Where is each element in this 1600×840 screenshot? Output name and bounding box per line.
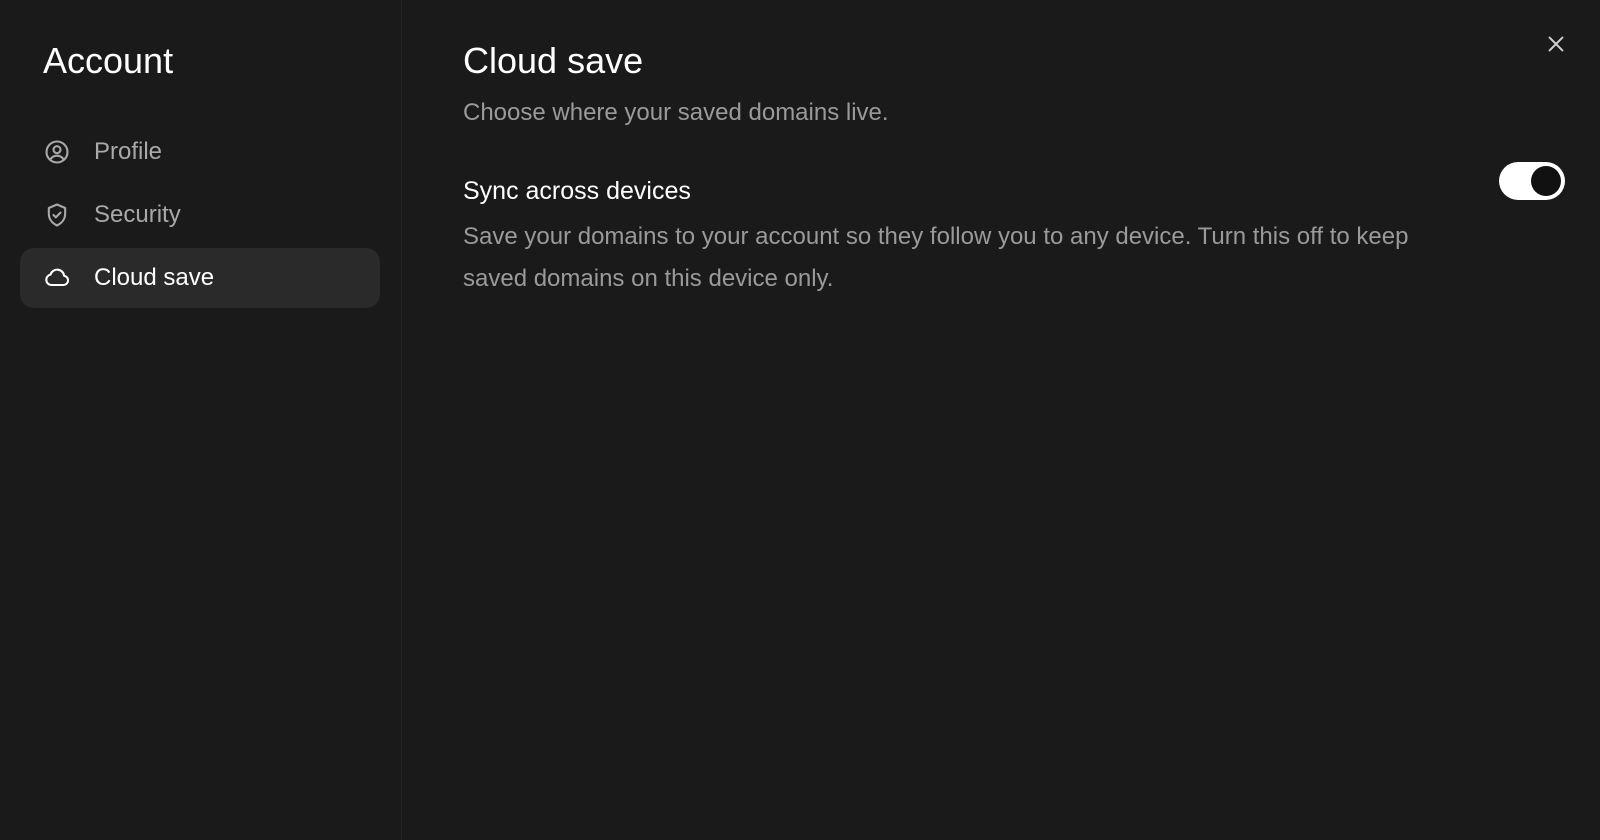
sidebar-item-cloud-save[interactable]: Cloud save: [20, 248, 380, 308]
close-icon: [1545, 33, 1567, 60]
account-dialog: Account Profile Security Cloud save Clou…: [0, 0, 1600, 840]
sidebar: Account Profile Security Cloud save: [0, 0, 402, 840]
setting-title: Sync across devices: [463, 177, 691, 205]
sidebar-item-security[interactable]: Security: [20, 185, 380, 245]
page-subtitle: Choose where your saved domains live.: [463, 99, 889, 126]
shield-check-icon: [42, 200, 72, 230]
main-panel: Cloud save Choose where your saved domai…: [402, 0, 1600, 840]
sidebar-item-label: Cloud save: [94, 264, 215, 291]
sync-toggle[interactable]: [1499, 162, 1565, 200]
sidebar-title: Account: [43, 40, 174, 81]
page-title: Cloud save: [463, 40, 644, 81]
user-circle-icon: [42, 137, 72, 167]
setting-description: Save your domains to your account so the…: [463, 223, 1409, 292]
sidebar-item-label: Profile: [94, 138, 163, 165]
setting-sync: Sync across devices Save your domains to…: [463, 162, 1593, 300]
sidebar-item-label: Security: [94, 201, 181, 228]
cloud-icon: [42, 263, 72, 293]
toggle-knob: [1531, 166, 1561, 196]
close-button[interactable]: [1538, 28, 1574, 64]
sidebar-item-profile[interactable]: Profile: [20, 122, 380, 182]
